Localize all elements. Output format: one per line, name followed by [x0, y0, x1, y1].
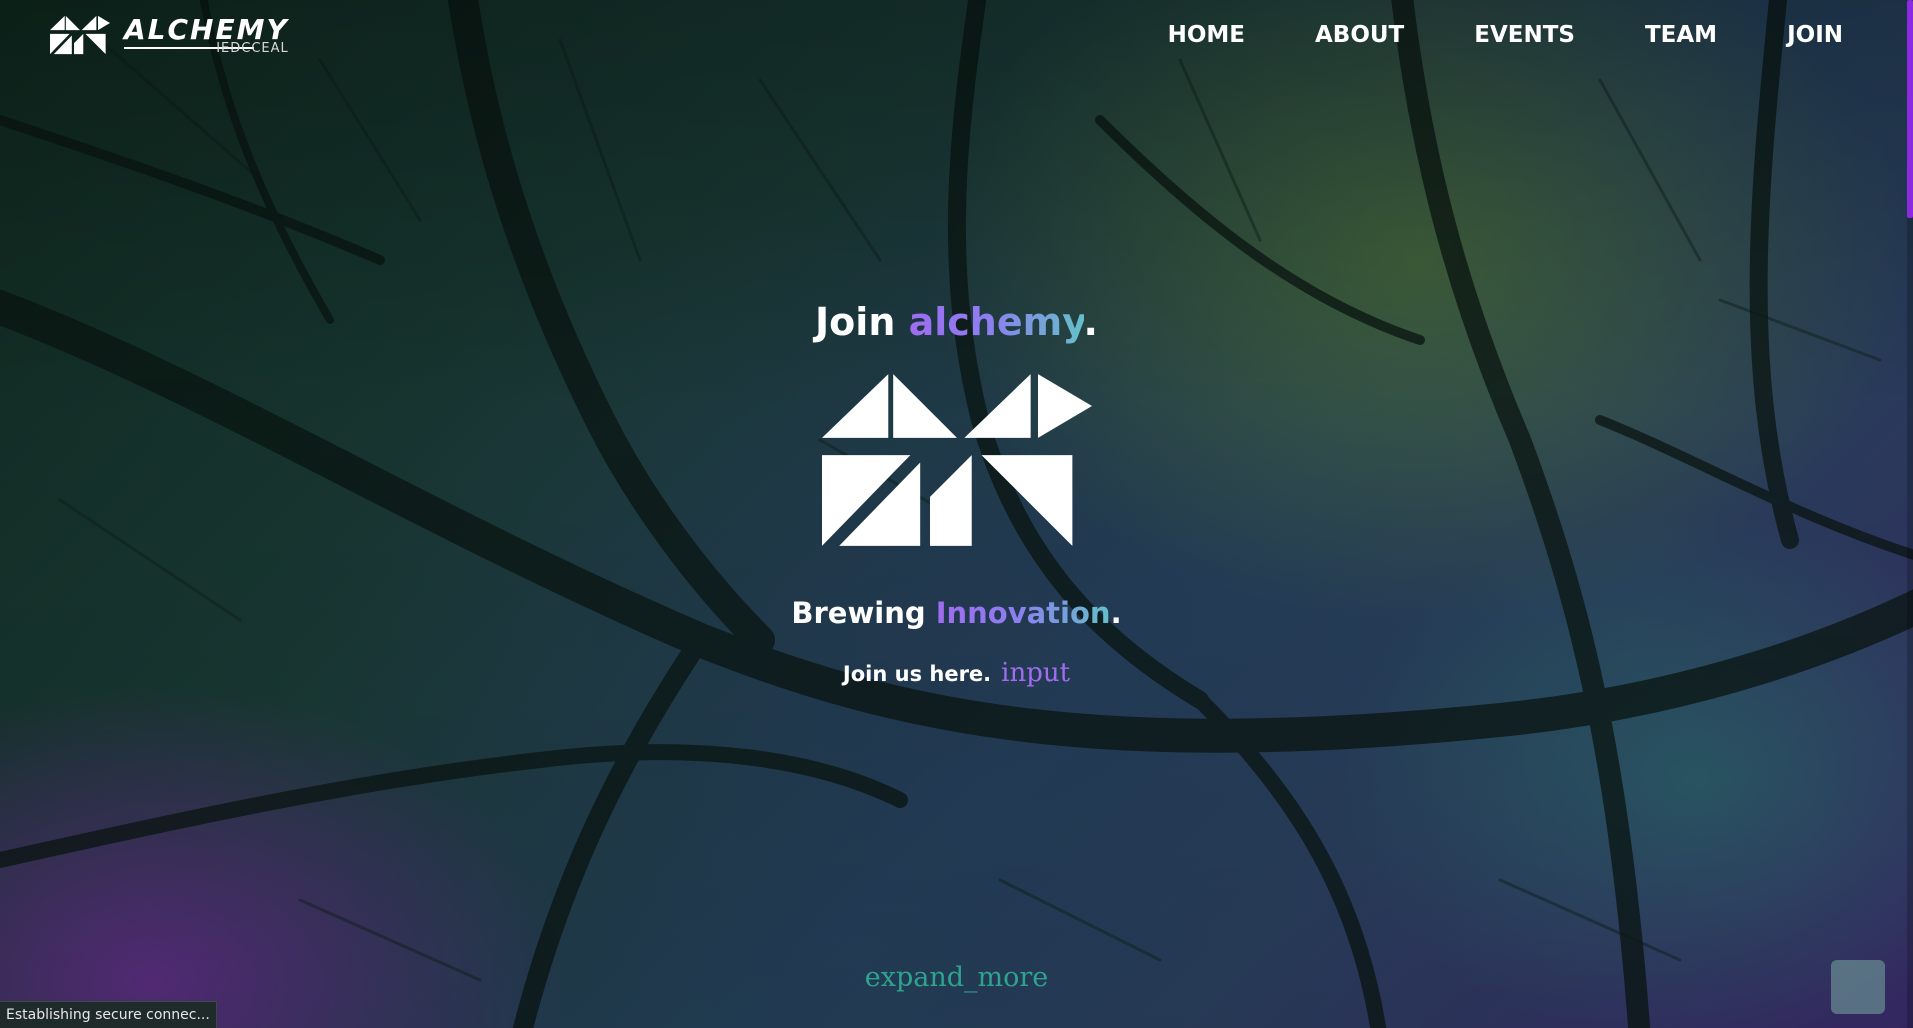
tagline-prefix: Brewing: [791, 596, 936, 630]
join-input-link[interactable]: input: [1001, 658, 1070, 688]
nav-about[interactable]: ABOUT: [1315, 22, 1404, 48]
nav-team[interactable]: TEAM: [1645, 22, 1717, 48]
brand-subname: IEDCCEAL: [216, 40, 289, 56]
join-label: Join us here.: [842, 662, 992, 686]
tagline-suffix: .: [1110, 596, 1122, 630]
navbar: ALCHEMY IEDCCEAL HOME ABOUT EVENTS TEAM …: [0, 0, 1913, 80]
page: ALCHEMY IEDCCEAL HOME ABOUT EVENTS TEAM …: [0, 0, 1913, 1028]
brand-wordmark: ALCHEMY IEDCCEAL: [124, 12, 289, 56]
page-scrollbar[interactable]: [1907, 0, 1913, 1028]
hero-tagline: Brewing Innovation.: [0, 596, 1913, 630]
brand-name: ALCHEMY: [124, 12, 289, 46]
tagline-highlight: Innovation: [935, 596, 1111, 630]
nav-join[interactable]: JOIN: [1787, 22, 1843, 48]
scrollbar-thumb[interactable]: [1907, 0, 1913, 218]
alchemy-logo-icon: [50, 14, 110, 56]
hero-alchemy-logo-icon: [821, 374, 1092, 546]
hero-title-suffix: .: [1083, 300, 1098, 344]
scroll-to-top-button[interactable]: [1831, 960, 1885, 1014]
hero-title-highlight: alchemy: [908, 300, 1084, 344]
join-line: Join us here. input: [0, 658, 1913, 688]
expand-more-icon[interactable]: expand_more: [0, 962, 1913, 993]
hero-section: Join alchemy. Brewing Innovation. Join u…: [0, 300, 1913, 688]
hero-title-prefix: Join: [815, 300, 909, 344]
brand-logo[interactable]: ALCHEMY IEDCCEAL: [50, 14, 289, 56]
browser-status-bar: Establishing secure connec...: [0, 1001, 217, 1028]
hero-title: Join alchemy.: [0, 300, 1913, 344]
nav-home[interactable]: HOME: [1168, 22, 1245, 48]
main-nav: HOME ABOUT EVENTS TEAM JOIN: [1098, 22, 1843, 48]
nav-events[interactable]: EVENTS: [1474, 22, 1575, 48]
